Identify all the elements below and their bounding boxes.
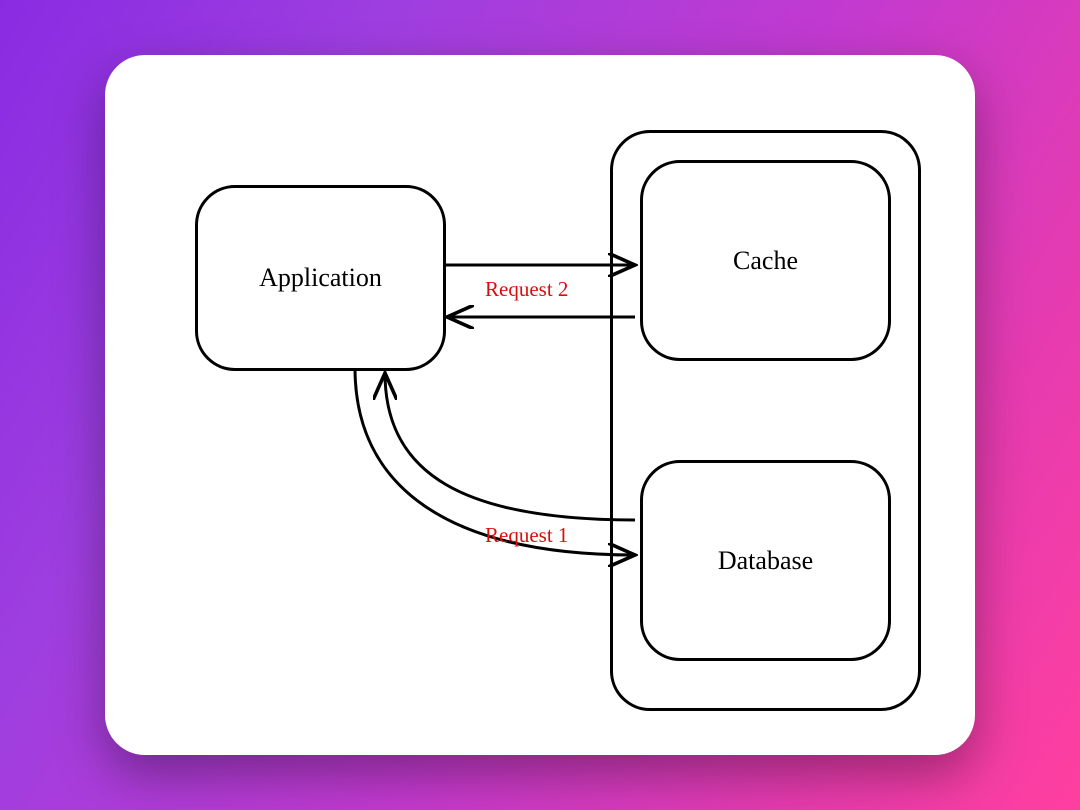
- request1-label: Request 1: [485, 523, 568, 548]
- arrows-layer: [105, 55, 975, 755]
- diagram-card: Application Cache Database: [105, 55, 975, 755]
- request2-label: Request 2: [485, 277, 568, 302]
- gradient-background: Application Cache Database: [0, 0, 1080, 810]
- request1-arrow-from-db: [385, 373, 635, 520]
